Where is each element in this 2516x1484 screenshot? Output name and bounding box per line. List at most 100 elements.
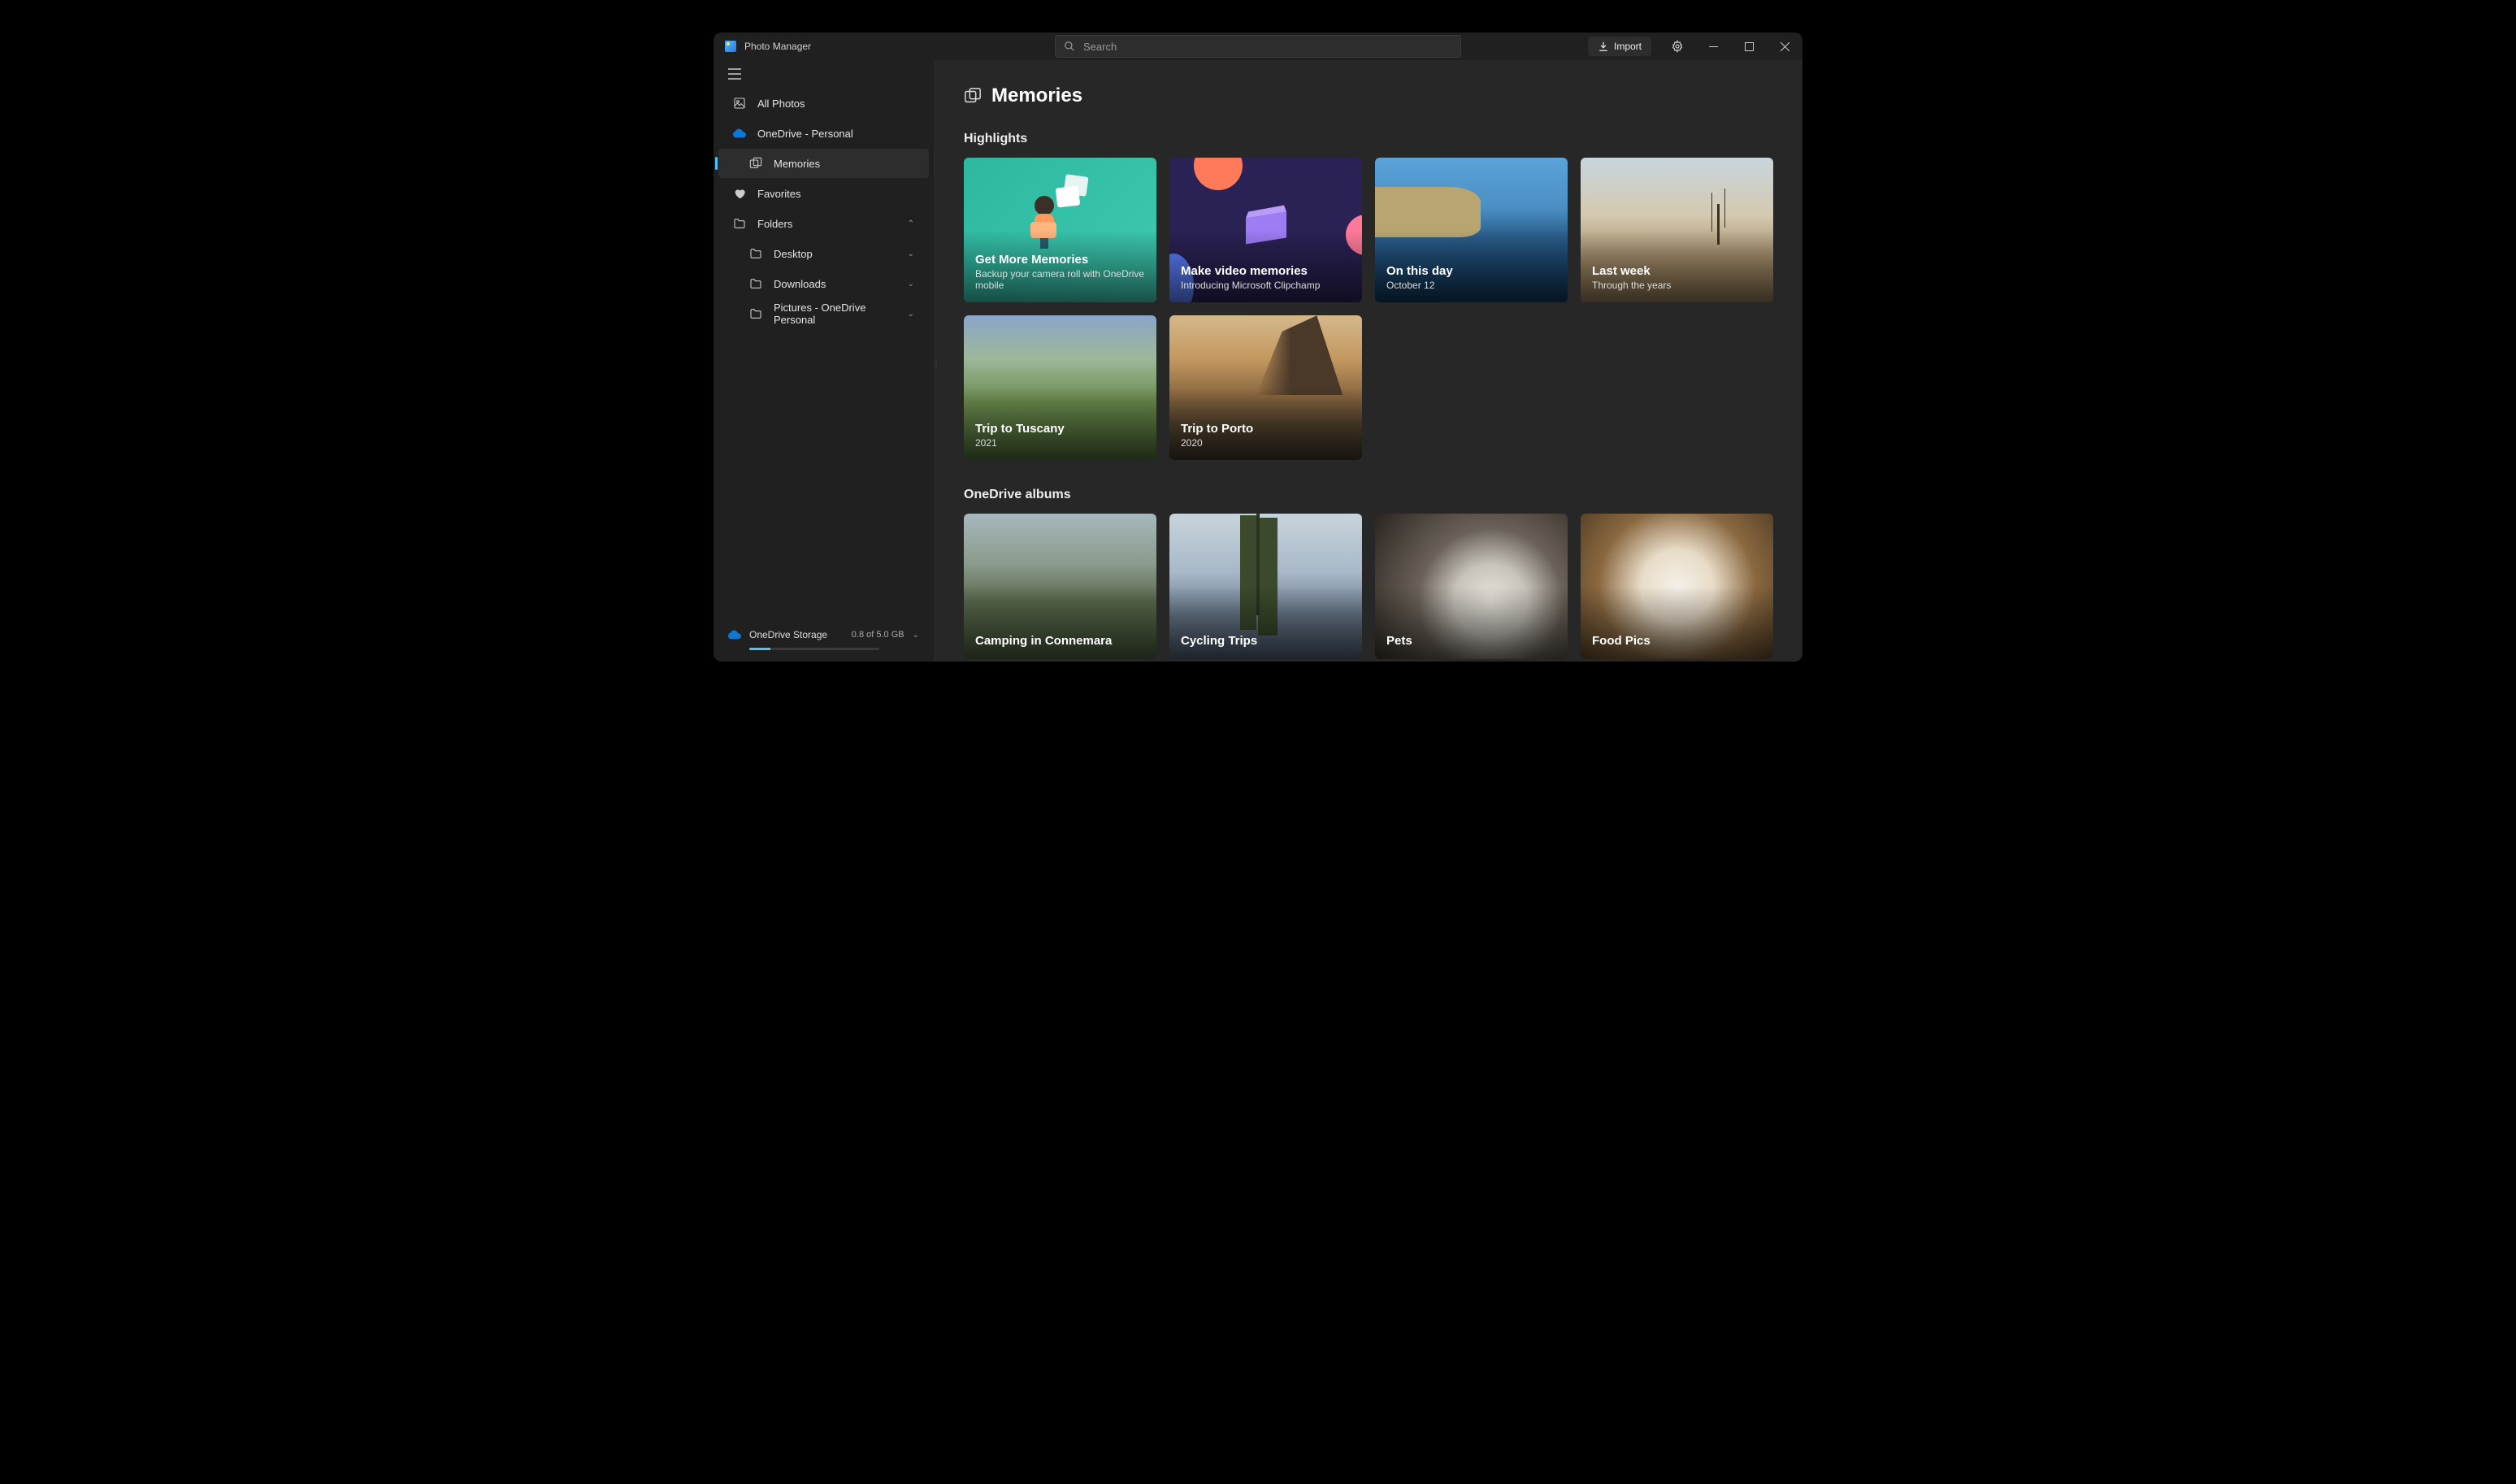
card-title: On this day	[1386, 264, 1556, 278]
highlight-card-promo[interactable]: Get More Memories Backup your camera rol…	[964, 158, 1156, 302]
settings-button[interactable]	[1659, 33, 1695, 60]
sidebar-item-folders[interactable]: Folders ⌃	[718, 209, 929, 238]
highlight-card-clipchamp[interactable]: Make video memories Introducing Microsof…	[1169, 158, 1362, 302]
card-title: Cycling Trips	[1181, 634, 1351, 648]
section-albums: OneDrive albums	[964, 488, 1773, 502]
album-card-connemara[interactable]: Camping in Connemara	[964, 514, 1156, 658]
clipchamp-icon	[1242, 204, 1291, 245]
search-icon	[1064, 41, 1075, 52]
close-icon	[1781, 42, 1789, 51]
folder-icon	[749, 247, 762, 260]
page-title: Memories	[991, 85, 1082, 107]
card-subtitle: Backup your camera roll with OneDrive mo…	[975, 268, 1145, 291]
app-icon	[725, 41, 736, 52]
chevron-down-icon: ⌄	[908, 250, 914, 258]
sidebar-item-memories[interactable]: Memories	[718, 149, 929, 178]
maximize-icon	[1745, 42, 1754, 51]
card-title: Camping in Connemara	[975, 634, 1145, 648]
card-subtitle: 2021	[975, 437, 1145, 449]
sidebar-item-label: OneDrive - Personal	[757, 128, 853, 140]
sidebar-item-label: Desktop	[774, 248, 813, 260]
hamburger-button[interactable]	[714, 60, 934, 88]
heart-icon	[733, 187, 746, 200]
chevron-down-icon: ⌄	[908, 310, 914, 319]
storage-fill	[749, 648, 770, 650]
sidebar-resize-handle[interactable]: ⋮	[932, 361, 935, 380]
folder-icon	[749, 277, 762, 290]
sidebar-item-label: All Photos	[757, 98, 805, 110]
highlight-card-onthisday[interactable]: On this day October 12	[1375, 158, 1568, 302]
import-label: Import	[1614, 41, 1642, 52]
album-card-food[interactable]: Food Pics	[1581, 514, 1773, 658]
card-subtitle: Through the years	[1592, 280, 1762, 291]
main-header: Memories	[964, 85, 1773, 107]
nav-list: All Photos OneDrive - Personal Memories	[714, 88, 934, 618]
sidebar-folder-downloads[interactable]: Downloads ⌄	[718, 269, 929, 298]
album-card-pets[interactable]: Pets	[1375, 514, 1568, 658]
sidebar-item-label: Favorites	[757, 188, 800, 200]
sidebar-item-label: Folders	[757, 218, 792, 230]
highlight-card-lastweek[interactable]: Last week Through the years	[1581, 158, 1773, 302]
sidebar-item-label: Memories	[774, 158, 820, 170]
card-title: Make video memories	[1181, 264, 1351, 278]
minimize-button[interactable]	[1695, 33, 1731, 60]
app-window: Photo Manager Import	[714, 33, 1802, 662]
storage-panel: OneDrive Storage 0.8 of 5.0 GB ⌄	[714, 618, 934, 662]
sidebar-item-label: Downloads	[774, 278, 826, 290]
sidebar: All Photos OneDrive - Personal Memories	[714, 60, 935, 662]
memories-header-icon	[964, 87, 982, 105]
chevron-down-icon: ⌄	[913, 631, 919, 640]
search-bar[interactable]	[1055, 35, 1461, 58]
titlebar: Photo Manager Import	[714, 33, 1802, 60]
photos-icon	[733, 97, 746, 110]
gear-icon	[1671, 40, 1684, 53]
card-subtitle: October 12	[1386, 280, 1556, 291]
storage-label: OneDrive Storage	[749, 629, 844, 640]
highlights-grid: Get More Memories Backup your camera rol…	[964, 158, 1773, 460]
card-subtitle: 2020	[1181, 437, 1351, 449]
import-icon	[1598, 41, 1609, 52]
card-subtitle: Introducing Microsoft Clipchamp	[1181, 280, 1351, 291]
main-content: Memories Highlights	[935, 60, 1802, 662]
chevron-down-icon: ⌄	[908, 280, 914, 289]
memories-icon	[749, 157, 762, 170]
decorative-blob	[1194, 158, 1243, 190]
card-title: Pets	[1386, 634, 1556, 648]
minimize-icon	[1709, 42, 1718, 51]
card-title: Trip to Porto	[1181, 422, 1351, 436]
titlebar-left: Photo Manager	[714, 41, 1055, 52]
app-name: Photo Manager	[744, 41, 811, 52]
hamburger-icon	[728, 68, 741, 80]
highlight-card-tuscany[interactable]: Trip to Tuscany 2021	[964, 315, 1156, 460]
sidebar-item-label: Pictures - OneDrive Personal	[774, 302, 896, 326]
storage-row[interactable]: OneDrive Storage 0.8 of 5.0 GB ⌄	[728, 628, 919, 641]
onedrive-icon	[733, 127, 746, 140]
search-input[interactable]	[1083, 41, 1452, 53]
card-title: Get More Memories	[975, 253, 1145, 267]
onedrive-icon	[728, 628, 741, 641]
storage-bar	[749, 648, 879, 650]
highlight-card-porto[interactable]: Trip to Porto 2020	[1169, 315, 1362, 460]
card-title: Trip to Tuscany	[975, 422, 1145, 436]
storage-usage: 0.8 of 5.0 GB	[852, 630, 904, 640]
chevron-up-icon: ⌃	[908, 219, 914, 228]
sidebar-item-all-photos[interactable]: All Photos	[718, 89, 929, 118]
sidebar-folder-pictures[interactable]: Pictures - OneDrive Personal ⌄	[718, 299, 929, 328]
album-card-cycling[interactable]: Cycling Trips	[1169, 514, 1362, 658]
folder-icon	[733, 217, 746, 230]
card-title: Food Pics	[1592, 634, 1762, 648]
body: All Photos OneDrive - Personal Memories	[714, 60, 1802, 662]
close-button[interactable]	[1767, 33, 1802, 60]
sidebar-item-onedrive[interactable]: OneDrive - Personal	[718, 119, 929, 148]
promo-illustration	[964, 169, 1156, 250]
decorative-blob	[1169, 254, 1194, 302]
sidebar-item-favorites[interactable]: Favorites	[718, 179, 929, 208]
section-highlights: Highlights	[964, 132, 1773, 146]
titlebar-right: Import	[1588, 33, 1802, 60]
import-button[interactable]: Import	[1588, 37, 1651, 56]
sidebar-folder-desktop[interactable]: Desktop ⌄	[718, 239, 929, 268]
albums-grid: Camping in Connemara Cycling Trips Pets …	[964, 514, 1773, 658]
maximize-button[interactable]	[1731, 33, 1767, 60]
decorative-blob	[1346, 215, 1362, 255]
folder-icon	[749, 307, 762, 320]
